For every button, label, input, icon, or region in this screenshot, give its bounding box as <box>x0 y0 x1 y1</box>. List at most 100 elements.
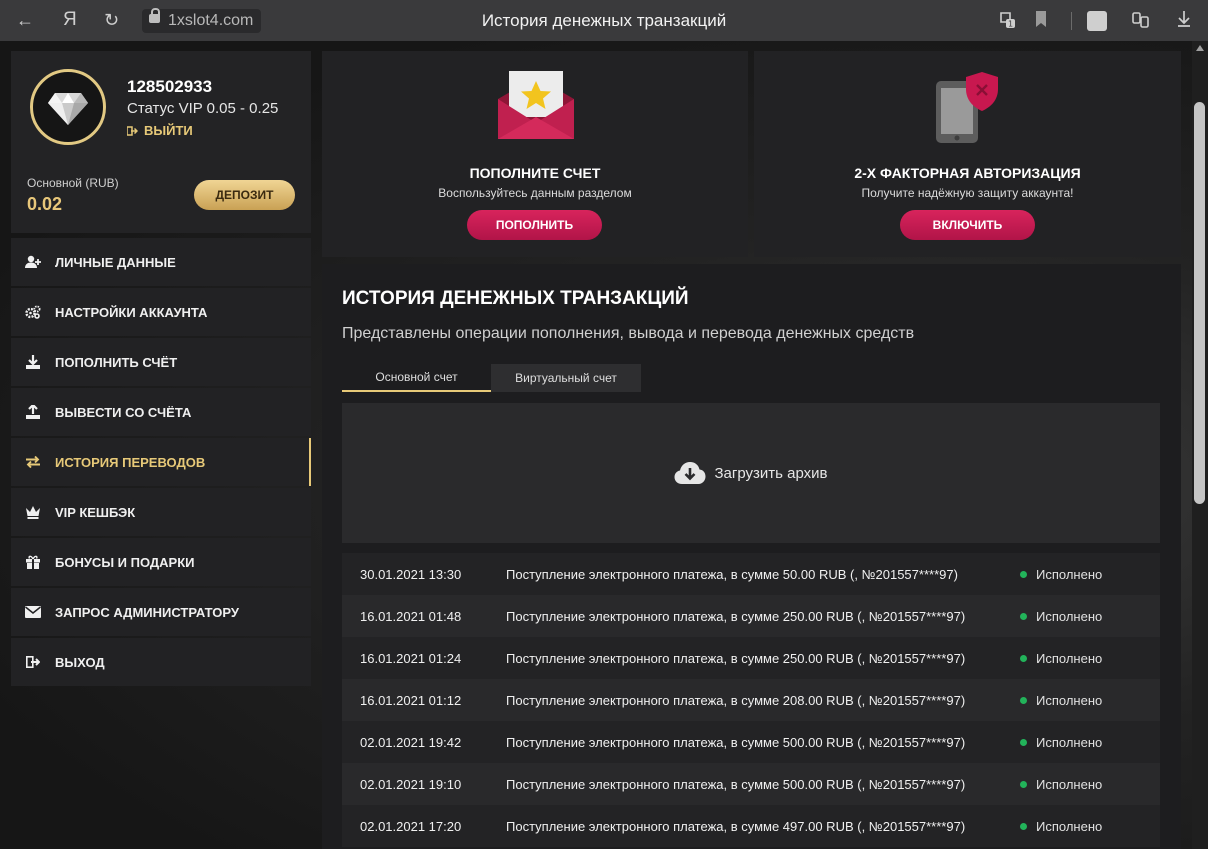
menu-item-admin-request[interactable]: ЗАПРОС АДМИНИСТРАТОРУ <box>11 588 311 636</box>
status-text: Исполнено <box>1036 734 1103 750</box>
transfer-icon <box>11 456 55 468</box>
download-arrow-icon[interactable] <box>1176 10 1192 32</box>
reload-icon[interactable]: ↻ <box>104 10 119 30</box>
lock-icon <box>149 8 160 23</box>
top-up-button[interactable]: ПОПОЛНИТЬ <box>467 210 602 240</box>
crown-icon <box>11 505 55 519</box>
collections-icon[interactable] <box>1131 10 1151 34</box>
browser-toolbar: ← Я ↻ 1xslot4.com История денежных транз… <box>0 0 1208 41</box>
transaction-date: 30.01.2021 13:30 <box>360 566 462 582</box>
transaction-description: Поступление электронного платежа, в сумм… <box>506 818 966 834</box>
avatar <box>30 69 106 145</box>
transaction-date: 16.01.2021 01:48 <box>360 608 462 624</box>
transaction-description: Поступление электронного платежа, в сумм… <box>506 692 966 708</box>
table-row: 16.01.2021 01:12 Поступление электронног… <box>342 679 1160 721</box>
enable-2fa-button[interactable]: ВКЛЮЧИТЬ <box>900 210 1035 240</box>
menu-item-label: ЛИЧНЫЕ ДАННЫЕ <box>55 254 176 270</box>
status-badge: Исполнено <box>1020 567 1102 582</box>
transaction-history-panel: ИСТОРИЯ ДЕНЕЖНЫХ ТРАНЗАКЦИЙ Представлены… <box>322 264 1181 849</box>
history-subtitle: Представлены операции пополнения, вывода… <box>342 325 915 342</box>
transaction-date: 02.01.2021 19:10 <box>360 776 462 792</box>
menu-item-transfer-history[interactable]: ИСТОРИЯ ПЕРЕВОДОВ <box>11 438 311 486</box>
transactions-table: 30.01.2021 13:30 Поступление электронног… <box>342 553 1160 847</box>
status-badge: Исполнено <box>1020 609 1102 624</box>
menu-item-label: ЗАПРОС АДМИНИСТРАТОРУ <box>55 604 239 620</box>
archive-label: Загрузить архив <box>714 464 828 482</box>
transaction-date: 16.01.2021 01:24 <box>360 650 462 666</box>
tab-main-account[interactable]: Основной счет <box>342 364 491 392</box>
history-title: ИСТОРИЯ ДЕНЕЖНЫХ ТРАНЗАКЦИЙ <box>342 288 689 309</box>
menu-item-label: VIP КЕШБЭК <box>55 504 136 520</box>
table-row: 02.01.2021 17:20 Поступление электронног… <box>342 805 1160 847</box>
transaction-date: 02.01.2021 17:20 <box>360 818 462 834</box>
menu-item-label: ПОПОЛНИТЬ СЧЁТ <box>55 354 178 370</box>
status-badge: Исполнено <box>1020 819 1102 834</box>
user-add-icon <box>11 255 55 269</box>
url-text: 1xslot4.com <box>168 12 254 29</box>
status-text: Исполнено <box>1036 650 1103 666</box>
bookmark-icon[interactable] <box>1034 10 1048 32</box>
status-badge: Исполнено <box>1020 777 1102 792</box>
status-dot-icon <box>1020 570 1027 578</box>
vip-status: Статус VIP 0.05 - 0.25 <box>127 100 279 117</box>
transaction-description: Поступление электронного платежа, в сумм… <box>506 608 966 624</box>
logout-link[interactable]: ВЫЙТИ <box>127 123 193 138</box>
download-archive-button[interactable]: Загрузить архив <box>342 403 1160 543</box>
status-dot-icon <box>1020 738 1027 746</box>
tab-virtual-account[interactable]: Виртуальный счет <box>491 364 641 392</box>
transaction-date: 16.01.2021 01:12 <box>360 692 462 708</box>
phone-shield-icon <box>934 71 1004 148</box>
promo-2fa-subtitle: Получите надёжную защиту аккаунта! <box>861 186 1074 200</box>
promo-deposit-subtitle: Воспользуйтесь данным разделом <box>438 186 632 200</box>
transaction-date: 02.01.2021 19:42 <box>360 734 462 750</box>
table-row: 16.01.2021 01:24 Поступление электронног… <box>342 637 1160 679</box>
status-dot-icon <box>1020 654 1027 662</box>
status-dot-icon <box>1020 822 1027 830</box>
menu-item-label: НАСТРОЙКИ АККАУНТА <box>55 304 208 320</box>
tabs-icon[interactable]: 1 <box>997 10 1017 34</box>
back-arrow-icon[interactable]: ← <box>16 10 34 30</box>
deposit-button[interactable]: ДЕПОЗИТ <box>194 180 295 210</box>
menu-item-label: ВЫВЕСТИ СО СЧЁТА <box>55 404 192 420</box>
cloud-download-icon <box>674 462 706 484</box>
user-id: 128502933 <box>127 77 213 96</box>
menu-item-deposit[interactable]: ПОПОЛНИТЬ СЧЁТ <box>11 338 311 386</box>
tabs-count: 1 <box>1008 20 1013 29</box>
upload-icon <box>11 405 55 419</box>
menu-item-bonuses[interactable]: БОНУСЫ И ПОДАРКИ <box>11 538 311 586</box>
gears-icon <box>11 305 55 319</box>
menu-item-account-settings[interactable]: НАСТРОЙКИ АККАУНТА <box>11 288 311 336</box>
menu-item-vip-cashback[interactable]: VIP КЕШБЭК <box>11 488 311 536</box>
status-badge: Исполнено <box>1020 735 1102 750</box>
status-badge: Исполнено <box>1020 693 1102 708</box>
menu-item-personal-data[interactable]: ЛИЧНЫЕ ДАННЫЕ <box>11 238 311 286</box>
envelope-icon <box>11 606 55 618</box>
exit-icon <box>11 656 55 668</box>
extension-icon[interactable] <box>1087 11 1107 31</box>
profile-card: 128502933 Статус VIP 0.05 - 0.25 ВЫЙТИ О… <box>11 51 311 233</box>
table-row: 30.01.2021 13:30 Поступление электронног… <box>342 553 1160 595</box>
status-text: Исполнено <box>1036 692 1103 708</box>
promo-2fa-title: 2-Х ФАКТОРНАЯ АВТОРИЗАЦИЯ <box>854 165 1081 181</box>
status-text: Исполнено <box>1036 566 1103 582</box>
balance-value: 0.02 <box>27 194 63 214</box>
menu-item-label: БОНУСЫ И ПОДАРКИ <box>55 554 195 570</box>
account-menu: ЛИЧНЫЕ ДАННЫЕ НАСТРОЙКИ АККАУНТА ПОПОЛНИ… <box>11 238 311 688</box>
account-tabs: Основной счет Виртуальный счет <box>342 364 641 392</box>
status-dot-icon <box>1020 780 1027 788</box>
scrollbar-thumb[interactable] <box>1194 102 1205 504</box>
menu-item-withdraw[interactable]: ВЫВЕСТИ СО СЧЁТА <box>11 388 311 436</box>
table-row: 02.01.2021 19:42 Поступление электронног… <box>342 721 1160 763</box>
status-dot-icon <box>1020 612 1027 620</box>
browser-logo-icon[interactable]: Я <box>63 10 77 30</box>
logout-label: ВЫЙТИ <box>144 123 193 138</box>
transaction-description: Поступление электронного платежа, в сумм… <box>506 566 958 582</box>
address-bar[interactable]: 1xslot4.com <box>142 8 262 33</box>
scroll-up-arrow-icon[interactable] <box>1196 45 1204 51</box>
promo-deposit-title: ПОПОЛНИТЕ СЧЕТ <box>469 165 601 181</box>
gift-icon <box>11 555 55 569</box>
promo-2fa-card: 2-Х ФАКТОРНАЯ АВТОРИЗАЦИЯ Получите надёж… <box>754 51 1181 257</box>
menu-item-label: ВЫХОД <box>55 654 105 670</box>
status-text: Исполнено <box>1036 818 1103 834</box>
menu-item-exit[interactable]: ВЫХОД <box>11 638 311 686</box>
